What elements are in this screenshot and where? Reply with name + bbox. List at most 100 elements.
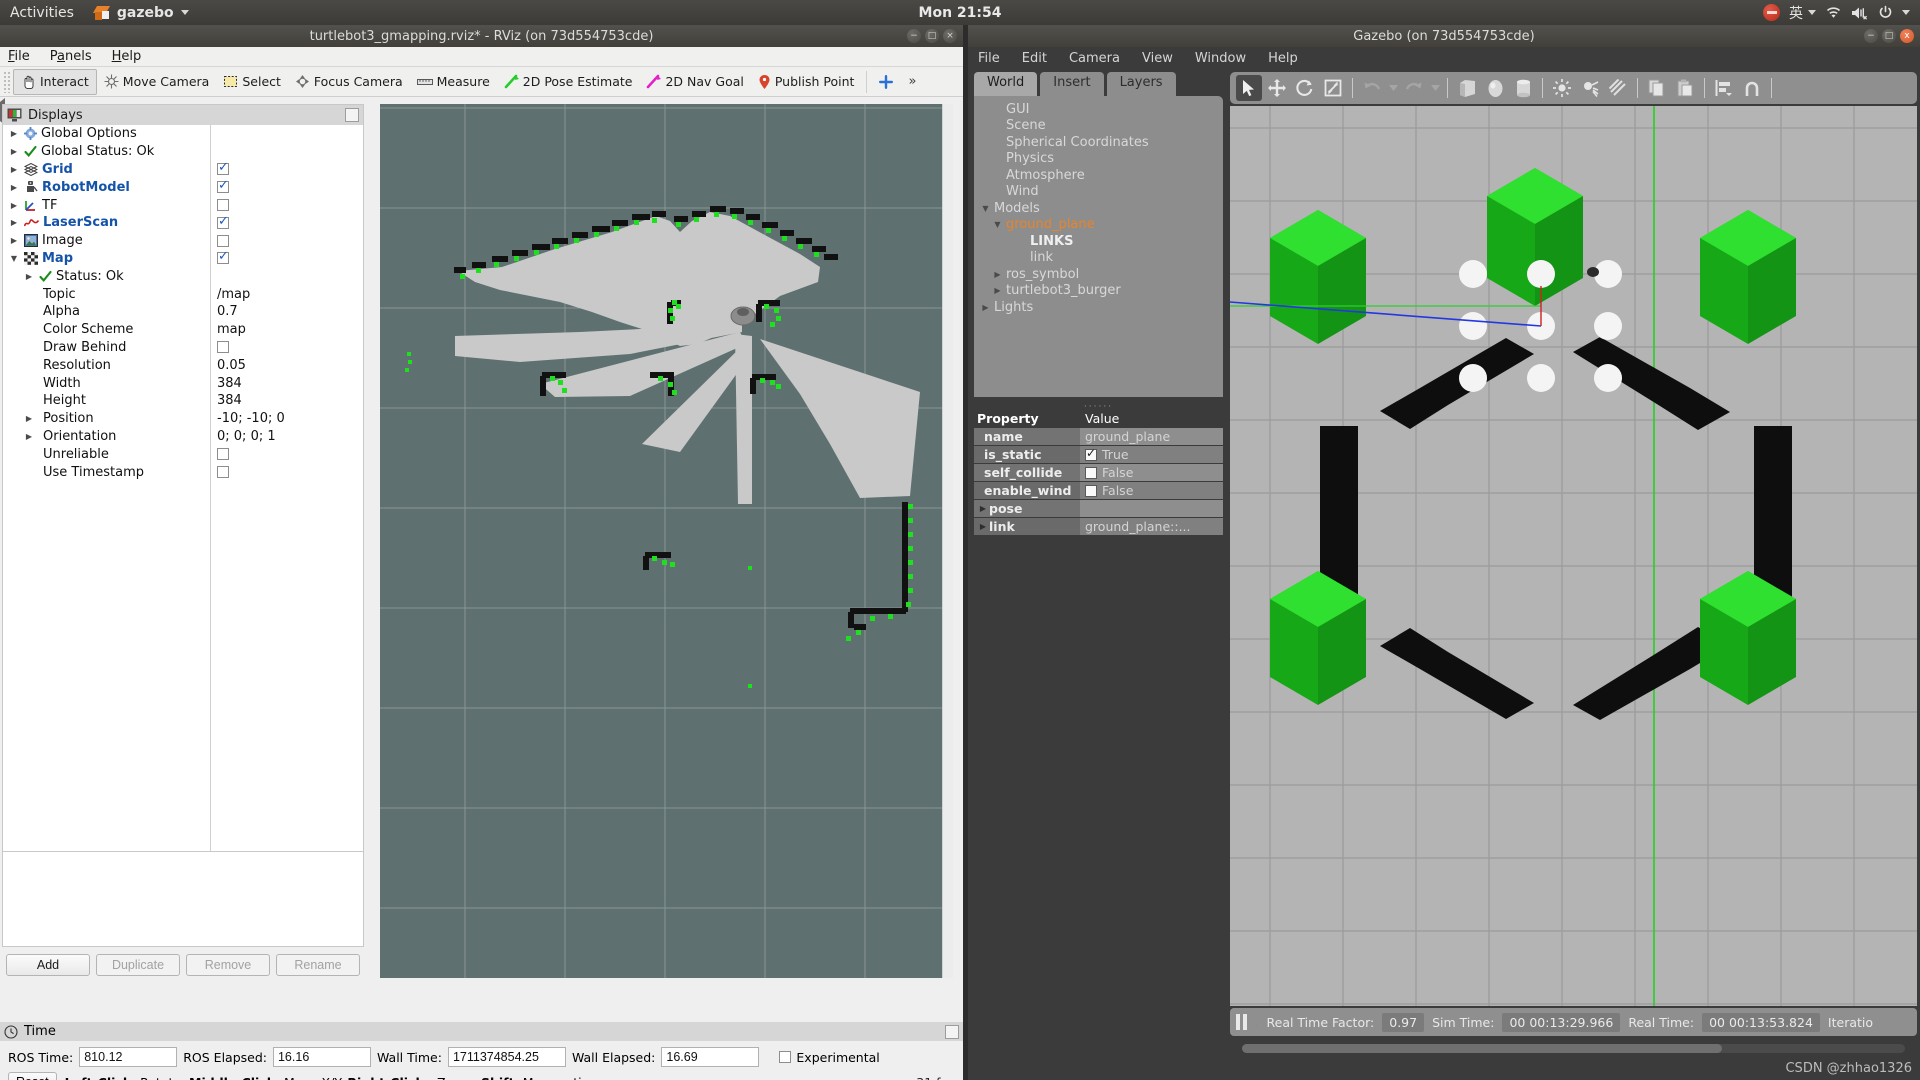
displays-tree[interactable]: ▶ Global Options ▶ Global Status: Ok ▶ Grid ▶ R… <box>3 125 363 851</box>
display-tree-value[interactable] <box>217 160 229 179</box>
property-value[interactable]: False <box>1080 464 1223 481</box>
toolbar-overflow-button[interactable]: » <box>900 74 924 89</box>
redo-icon[interactable] <box>1401 75 1427 101</box>
property-checkbox[interactable] <box>1085 466 1097 479</box>
display-tree-row[interactable]: Use Timestamp <box>3 463 363 481</box>
minimize-icon[interactable]: − <box>1864 29 1878 43</box>
gazebo-titlebar[interactable]: Gazebo (on 73d554753cde) − □ x <box>968 25 1920 47</box>
reset-button[interactable]: Reset <box>8 1072 57 1080</box>
tool-focus-camera[interactable]: Focus Camera <box>288 69 410 95</box>
spot-light-icon[interactable] <box>1577 75 1603 101</box>
property-row[interactable]: ▶ pose <box>974 500 1223 517</box>
display-tree-value[interactable]: /map <box>217 285 250 303</box>
tree-expander-icon[interactable]: ▶ <box>23 414 35 423</box>
gazebo-tree-expander-icon[interactable]: ▼ <box>980 204 991 213</box>
gazebo-tree-row[interactable]: link <box>974 250 1223 267</box>
gazebo-tree-expander-icon[interactable]: ▶ <box>992 286 1003 295</box>
sphere-icon[interactable] <box>1482 75 1508 101</box>
display-tree-value[interactable]: 384 <box>217 374 242 392</box>
clock[interactable]: Mon 21:54 <box>0 5 1920 21</box>
rviz-3d-scrollbar[interactable] <box>942 104 953 978</box>
tool-select[interactable]: Select <box>216 69 288 95</box>
display-tree-value[interactable] <box>217 249 229 268</box>
property-value[interactable]: True <box>1080 446 1223 463</box>
volume-muted-icon[interactable] <box>1851 6 1869 20</box>
tool-add-plugin[interactable] <box>872 69 900 95</box>
display-tree-row[interactable]: ▶ Global Status: Ok <box>3 143 363 161</box>
gazebo-tree-row[interactable]: ▼ Models <box>974 200 1223 217</box>
experimental-checkbox[interactable] <box>779 1051 792 1063</box>
display-tree-row[interactable]: Alpha 0.7 <box>3 303 363 321</box>
wifi-icon[interactable] <box>1825 6 1842 20</box>
undo-icon[interactable] <box>1359 75 1385 101</box>
display-tree-row[interactable]: ▼ Map <box>3 249 363 268</box>
toolbar-grip[interactable] <box>3 70 11 93</box>
scale-icon[interactable] <box>1320 75 1346 101</box>
display-tree-row[interactable]: Topic/map <box>3 285 363 303</box>
close-icon[interactable]: × <box>943 29 957 43</box>
display-tree-row[interactable]: ▶ Position -10; -10; 0 <box>3 410 363 428</box>
menu-file[interactable]: File <box>8 49 30 64</box>
tab-insert[interactable]: Insert <box>1040 72 1104 96</box>
panel-float-button[interactable] <box>945 1024 959 1039</box>
gazebo-tree-row[interactable]: Scene <box>974 118 1223 135</box>
display-tree-row[interactable]: ▶ TF <box>3 196 363 214</box>
gazebo-tree-row[interactable]: Wind <box>974 184 1223 201</box>
gazebo-property-table[interactable]: PropertyValuename ground_plane is_static Tr… <box>974 410 1223 535</box>
display-tree-row[interactable]: ▶ Orientation 0; 0; 0; 1 <box>3 428 363 446</box>
property-expander-icon[interactable]: ▶ <box>977 522 989 531</box>
property-row[interactable]: ▶ link ground_plane::... <box>974 518 1223 535</box>
snap-icon[interactable] <box>1739 75 1765 101</box>
gz-menu-view[interactable]: View <box>1142 51 1173 66</box>
tree-expander-icon[interactable]: ▶ <box>23 272 35 281</box>
redo-dropdown-icon[interactable] <box>1429 75 1441 101</box>
tab-world[interactable]: World <box>974 72 1038 96</box>
menu-help[interactable]: Help <box>112 49 142 64</box>
copy-icon[interactable] <box>1644 75 1670 101</box>
property-value[interactable]: False <box>1080 482 1223 499</box>
display-tree-row[interactable]: ▶ Status: Ok <box>3 267 363 285</box>
property-value[interactable]: ground_plane <box>1080 428 1223 445</box>
display-tree-row[interactable]: Color Scheme map <box>3 321 363 339</box>
gazebo-3d-scene[interactable] <box>1230 106 1917 1006</box>
app-menu-gazebo[interactable]: gazebo <box>84 0 199 25</box>
display-tree-value[interactable]: 0.7 <box>217 303 238 321</box>
maximize-icon[interactable]: □ <box>1882 29 1896 43</box>
cylinder-icon[interactable] <box>1510 75 1536 101</box>
tree-expander-icon[interactable]: ▶ <box>8 183 20 192</box>
display-tree-value[interactable] <box>217 214 229 232</box>
tab-layers[interactable]: Layers <box>1106 72 1176 96</box>
display-visibility-checkbox[interactable] <box>217 214 229 229</box>
gazebo-tree-row[interactable]: GUI <box>974 101 1223 118</box>
property-checkbox[interactable] <box>1085 484 1097 497</box>
rotate-icon[interactable] <box>1292 75 1318 101</box>
display-tree-value[interactable] <box>217 178 229 196</box>
tool-move-camera[interactable]: Move Camera <box>97 69 217 95</box>
undo-dropdown-icon[interactable] <box>1387 75 1399 101</box>
gazebo-tree-row[interactable]: ▶ Lights <box>974 299 1223 316</box>
gazebo-tree-row[interactable]: Physics <box>974 151 1223 168</box>
display-tree-row[interactable]: Unreliable <box>3 445 363 463</box>
display-tree-value[interactable] <box>217 232 229 250</box>
tool-interact[interactable]: Interact <box>13 68 97 95</box>
gz-menu-help[interactable]: Help <box>1268 51 1298 66</box>
property-expander-icon[interactable]: ▶ <box>977 504 989 513</box>
display-tree-value[interactable] <box>217 463 229 481</box>
gazebo-world-tree[interactable]: GUI Scene Spherical Coordinates Physics Atmo… <box>974 96 1223 397</box>
pause-icon[interactable] <box>1236 1014 1247 1030</box>
chevron-down-icon[interactable] <box>1902 10 1910 15</box>
time-field-input[interactable] <box>661 1047 760 1067</box>
property-row[interactable]: is_static True <box>974 446 1223 463</box>
tree-expander-icon[interactable]: ▶ <box>8 201 20 210</box>
display-visibility-checkbox[interactable] <box>217 466 229 479</box>
property-row[interactable]: name ground_plane <box>974 428 1223 445</box>
select-arrow-icon[interactable] <box>1236 75 1262 101</box>
gazebo-tree-expander-icon[interactable]: ▶ <box>992 270 1003 279</box>
time-field-input[interactable] <box>272 1047 371 1067</box>
translate-icon[interactable] <box>1264 75 1290 101</box>
display-tree-row[interactable]: ▶ Global Options <box>3 125 363 143</box>
tool-2d-nav-goal[interactable]: 2D Nav Goal <box>639 69 750 95</box>
display-tree-value[interactable] <box>217 339 229 357</box>
tree-expander-icon[interactable]: ▼ <box>8 254 20 263</box>
tree-expander-icon[interactable]: ▶ <box>23 432 35 441</box>
